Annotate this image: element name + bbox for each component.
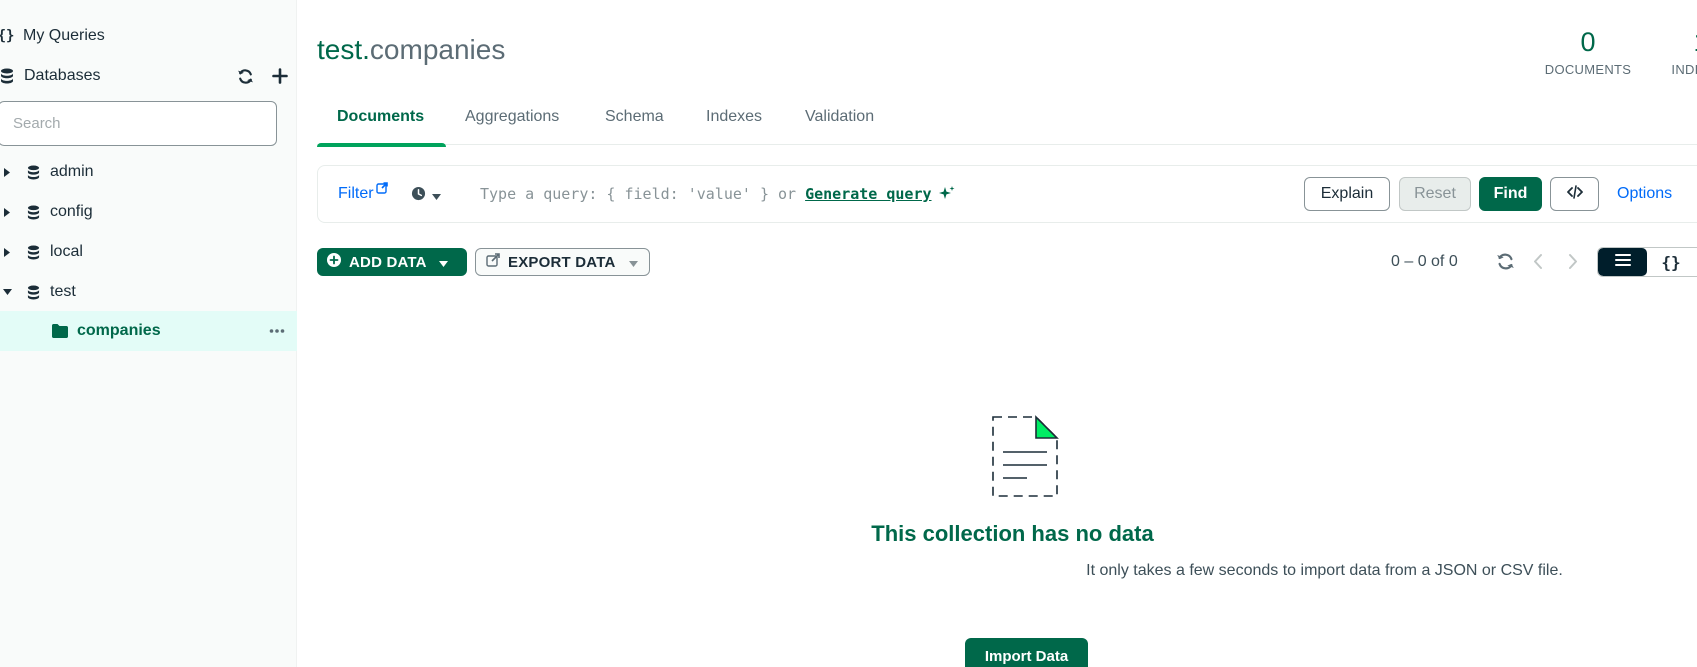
documents-count: 0 <box>1580 27 1596 57</box>
explain-button[interactable]: Explain <box>1304 177 1390 211</box>
query-placeholder: Type a query: { field: 'value' } or <box>480 185 797 203</box>
tab-validation[interactable]: Validation <box>785 104 894 145</box>
list-view-button[interactable] <box>1598 248 1647 276</box>
braces-icon: {} <box>0 28 15 44</box>
documents-label: DOCUMENTS <box>1544 62 1632 77</box>
caret-down-icon <box>432 187 441 205</box>
filter-link[interactable]: Filter <box>338 182 388 203</box>
more-options-icon[interactable] <box>269 321 285 341</box>
caret-right-icon[interactable] <box>2 247 12 257</box>
empty-state-description: It only takes a few seconds to import da… <box>1086 562 1563 579</box>
my-queries-item[interactable]: {} My Queries <box>0 24 296 48</box>
add-data-button[interactable]: ADD DATA <box>317 248 467 276</box>
database-label: test <box>50 283 76 300</box>
databases-actions <box>237 64 288 88</box>
tab-schema[interactable]: Schema <box>585 104 684 145</box>
my-queries-label: My Queries <box>23 27 105 44</box>
database-label: admin <box>50 163 94 180</box>
query-bar: Filter Type a query: { field: 'value' } … <box>317 165 1697 223</box>
plus-circle-icon <box>327 253 341 271</box>
refresh-icon[interactable] <box>1496 252 1515 271</box>
documents-toolbar: ADD DATA EXPORT DATA 0 – 0 of 0 {} <box>317 247 1697 277</box>
export-code-button[interactable] <box>1550 177 1599 211</box>
sidebar: {} My Queries Databases admin config <box>0 0 297 667</box>
caret-right-icon[interactable] <box>2 207 12 217</box>
code-icon <box>1566 184 1583 204</box>
tab-indexes[interactable]: Indexes <box>686 104 782 145</box>
list-icon <box>1614 253 1631 272</box>
caret-down-icon[interactable] <box>2 289 12 295</box>
add-data-label: ADD DATA <box>349 253 427 271</box>
search-input[interactable] <box>0 102 276 145</box>
database-item-config[interactable]: config <box>0 192 296 232</box>
caret-right-icon[interactable] <box>2 167 12 177</box>
collection-label: companies <box>77 322 161 339</box>
query-input[interactable]: Type a query: { field: 'value' } or Gene… <box>480 185 956 203</box>
database-icon <box>27 205 40 220</box>
export-data-label: EXPORT DATA <box>508 253 616 271</box>
tab-aggregations[interactable]: Aggregations <box>445 104 579 145</box>
indexes-label: INDEXES <box>1671 62 1697 77</box>
export-data-button[interactable]: EXPORT DATA <box>475 248 650 276</box>
empty-state-title: This collection has no data <box>871 521 1154 546</box>
pagination-text: 0 – 0 of 0 <box>1391 253 1458 270</box>
database-label: config <box>50 203 93 220</box>
import-data-button[interactable]: Import Data <box>965 638 1088 667</box>
view-switcher: {} <box>1597 247 1697 277</box>
collection-tabs: Documents Aggregations Schema Indexes Va… <box>317 104 1697 147</box>
indexes-count: 1 <box>1651 26 1697 58</box>
title-separator: . <box>362 34 370 65</box>
generate-query-link[interactable]: Generate query <box>805 185 931 203</box>
options-toggle[interactable]: Options <box>1617 185 1672 203</box>
main-panel: test.companies 0 DOCUMENTS 1 INDEXES Doc… <box>298 0 1697 667</box>
database-icon <box>27 165 40 180</box>
clock-icon <box>411 186 426 206</box>
title-database: test <box>317 34 363 65</box>
empty-document-icon <box>990 413 1060 504</box>
database-label: local <box>50 243 83 260</box>
database-item-local[interactable]: local <box>0 232 296 272</box>
caret-down-icon <box>629 254 639 271</box>
refresh-icon[interactable] <box>237 68 254 85</box>
chevron-left-icon[interactable] <box>1530 252 1546 271</box>
databases-header[interactable]: Databases <box>0 64 296 88</box>
title-collection: companies <box>369 34 506 65</box>
database-icon <box>27 285 40 300</box>
database-icon <box>27 245 40 260</box>
filter-label: Filter <box>338 185 374 202</box>
braces-icon: {} <box>1661 252 1681 272</box>
json-view-button[interactable]: {} <box>1647 248 1695 276</box>
add-database-icon[interactable] <box>272 68 288 84</box>
external-link-icon <box>375 181 388 199</box>
database-search <box>0 101 277 146</box>
documents-stat: 0 DOCUMENTS <box>1538 26 1638 77</box>
indexes-stat: 1 INDEXES <box>1651 26 1697 77</box>
collection-item-companies[interactable]: companies <box>0 311 297 351</box>
database-icon <box>0 68 14 84</box>
chevron-right-icon[interactable] <box>1565 252 1581 271</box>
find-button[interactable]: Find <box>1479 177 1542 211</box>
export-icon <box>486 253 500 271</box>
database-item-test[interactable]: test <box>0 272 296 312</box>
tab-documents[interactable]: Documents <box>317 104 446 147</box>
reset-button[interactable]: Reset <box>1399 177 1471 211</box>
sparkle-icon <box>938 185 956 203</box>
page-title: test.companies <box>317 34 505 66</box>
database-item-admin[interactable]: admin <box>0 152 296 192</box>
folder-icon <box>52 324 68 338</box>
databases-label: Databases <box>24 67 101 84</box>
caret-down-icon <box>438 254 448 271</box>
query-history-button[interactable] <box>411 186 441 206</box>
